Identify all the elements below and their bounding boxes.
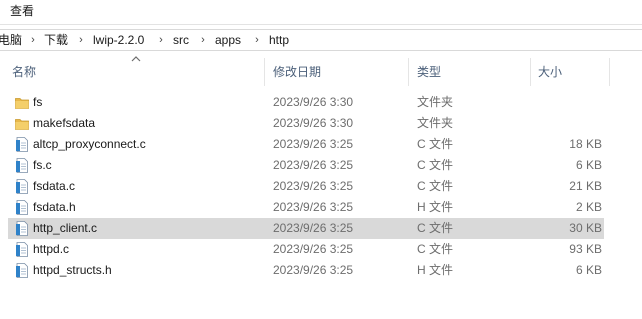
file-name: makefsdata	[33, 116, 96, 130]
file-modified-date: 2023/9/26 3:25	[273, 263, 354, 277]
ribbon-bar: 查看	[0, 0, 642, 25]
file-modified-date: 2023/9/26 3:30	[273, 116, 354, 130]
breadcrumb-computer[interactable]: 电脑	[0, 32, 22, 49]
file-name: fsdata.h	[33, 200, 76, 214]
chevron-right-icon[interactable]: ›	[29, 32, 37, 49]
column-divider[interactable]	[530, 58, 531, 86]
c-file-icon	[15, 137, 29, 152]
file-modified-date: 2023/9/26 3:25	[273, 179, 354, 193]
file-type: C 文件	[417, 221, 454, 235]
file-row[interactable]: httpd_structs.h 2023/9/26 3:25 H 文件 6 KB	[8, 260, 604, 281]
file-name: httpd_structs.h	[33, 263, 112, 277]
file-size: 21 KB	[569, 179, 602, 193]
chevron-right-icon[interactable]: ›	[157, 32, 165, 49]
file-type: C 文件	[417, 179, 454, 193]
file-name: fsdata.c	[33, 179, 76, 193]
file-modified-date: 2023/9/26 3:30	[273, 95, 354, 109]
file-type: C 文件	[417, 158, 454, 172]
h-file-icon	[15, 263, 29, 278]
file-type: 文件夹	[417, 116, 454, 130]
file-name: fs	[33, 95, 43, 109]
file-row[interactable]: makefsdata 2023/9/26 3:30 文件夹	[8, 113, 604, 134]
c-file-icon	[15, 221, 29, 236]
h-file-icon	[15, 200, 29, 215]
file-row[interactable]: fsdata.c 2023/9/26 3:25 C 文件 21 KB	[8, 176, 604, 197]
file-size: 93 KB	[569, 242, 602, 256]
folder-icon	[15, 95, 29, 110]
c-file-icon	[15, 242, 29, 257]
file-type: H 文件	[417, 263, 454, 277]
address-bar[interactable]: 电脑 › 下载 › lwip-2.2.0 › src › apps › http	[0, 29, 642, 51]
file-size: 18 KB	[569, 137, 602, 151]
file-row[interactable]: fsdata.h 2023/9/26 3:25 H 文件 2 KB	[8, 197, 604, 218]
file-size: 30 KB	[569, 221, 602, 235]
file-name: httpd.c	[33, 242, 70, 256]
file-explorer-window: 查看 电脑 › 下载 › lwip-2.2.0 › src › apps › h…	[0, 0, 642, 319]
file-modified-date: 2023/9/26 3:25	[273, 200, 354, 214]
file-modified-date: 2023/9/26 3:25	[273, 158, 354, 172]
chevron-right-icon[interactable]: ›	[253, 32, 261, 49]
folder-icon	[15, 116, 29, 131]
file-type: C 文件	[417, 137, 454, 151]
file-size: 6 KB	[575, 263, 602, 277]
column-divider[interactable]	[264, 58, 265, 86]
file-name: altcp_proxyconnect.c	[33, 137, 146, 151]
breadcrumb-src[interactable]: src	[173, 32, 189, 49]
file-row[interactable]: fs.c 2023/9/26 3:25 C 文件 6 KB	[8, 155, 604, 176]
c-file-icon	[15, 158, 29, 173]
file-name: fs.c	[33, 158, 52, 172]
column-divider[interactable]	[609, 58, 610, 86]
c-file-icon	[15, 179, 29, 194]
file-size: 6 KB	[575, 158, 602, 172]
breadcrumb-downloads[interactable]: 下载	[44, 32, 68, 49]
column-header-type[interactable]: 类型	[417, 58, 441, 86]
chevron-right-icon[interactable]: ›	[77, 32, 85, 49]
file-modified-date: 2023/9/26 3:25	[273, 221, 354, 235]
breadcrumb-http[interactable]: http	[269, 32, 289, 49]
breadcrumb-apps[interactable]: apps	[215, 32, 241, 49]
column-header-size[interactable]: 大小	[538, 58, 562, 86]
view-menu-tab[interactable]: 查看	[10, 3, 34, 19]
breadcrumb-lwip[interactable]: lwip-2.2.0	[93, 32, 144, 49]
column-divider[interactable]	[408, 58, 409, 86]
sort-ascending-icon	[131, 56, 141, 62]
file-row[interactable]: http_client.c 2023/9/26 3:25 C 文件 30 KB	[8, 218, 604, 239]
column-header-date[interactable]: 修改日期	[273, 58, 321, 86]
file-type: C 文件	[417, 242, 454, 256]
file-modified-date: 2023/9/26 3:25	[273, 242, 354, 256]
file-row[interactable]: fs 2023/9/26 3:30 文件夹	[8, 92, 604, 113]
column-header-name[interactable]: 名称	[12, 58, 36, 86]
file-row[interactable]: httpd.c 2023/9/26 3:25 C 文件 93 KB	[8, 239, 604, 260]
chevron-right-icon[interactable]: ›	[199, 32, 207, 49]
file-name: http_client.c	[33, 221, 98, 235]
file-type: H 文件	[417, 200, 454, 214]
file-modified-date: 2023/9/26 3:25	[273, 137, 354, 151]
file-type: 文件夹	[417, 95, 454, 109]
file-row[interactable]: altcp_proxyconnect.c 2023/9/26 3:25 C 文件 18…	[8, 134, 604, 155]
file-size: 2 KB	[575, 200, 602, 214]
